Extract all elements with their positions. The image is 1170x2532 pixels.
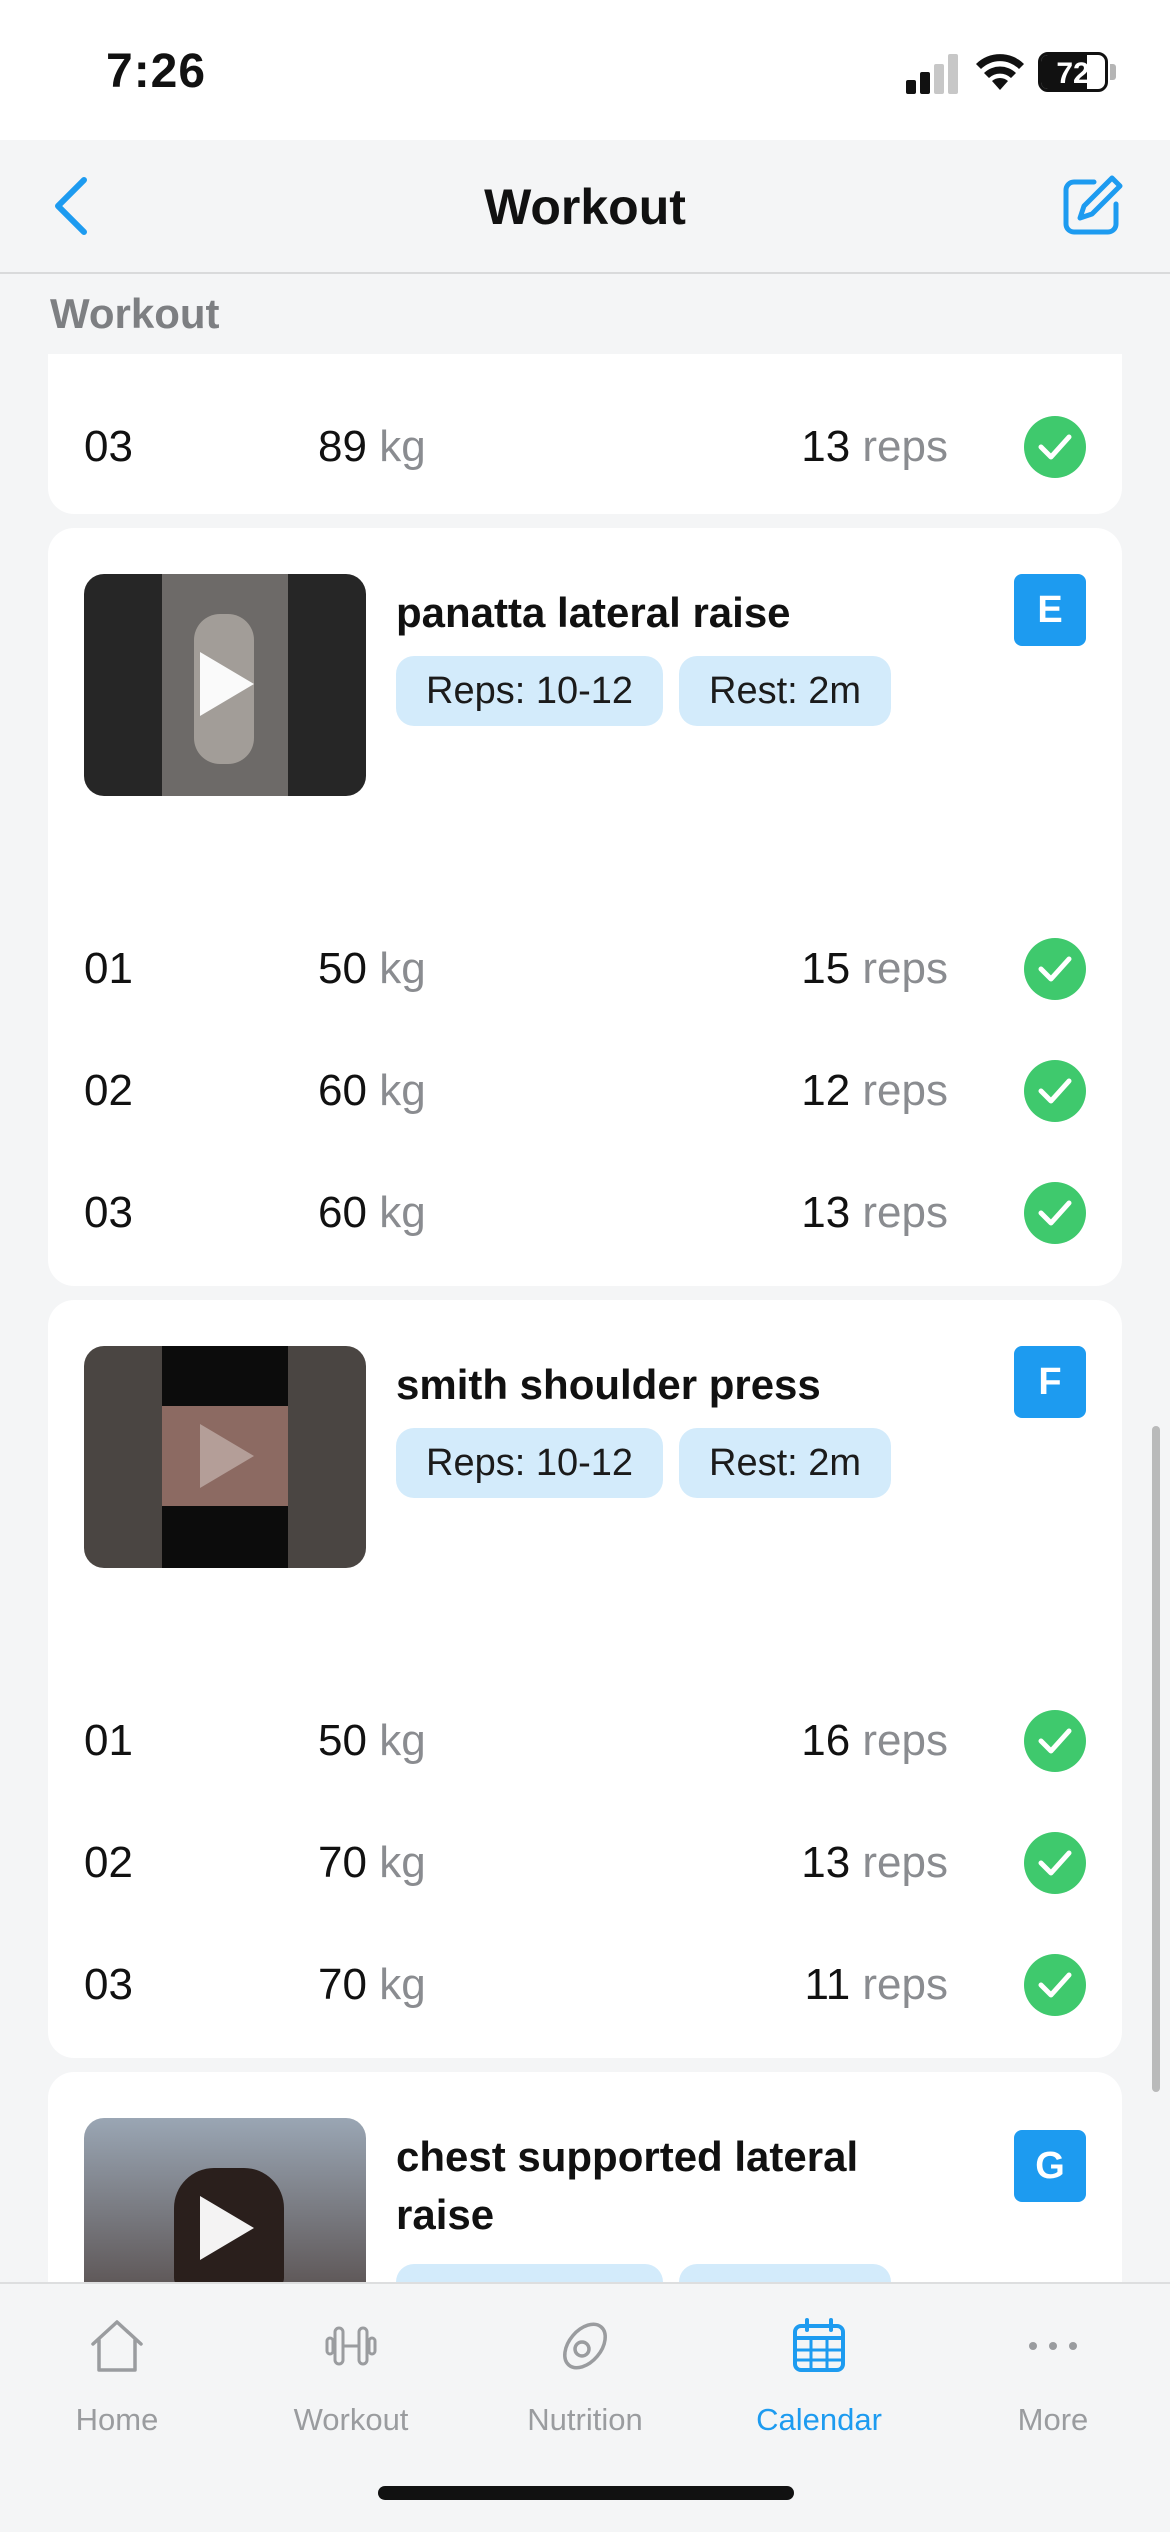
tab-label: Nutrition [527,2402,643,2437]
exercise-name: chest supported lateral raise [396,2133,859,2238]
set-number: 02 [84,1066,133,1115]
scrollbar[interactable] [1152,1426,1160,2092]
set-number: 03 [84,422,133,471]
tab-workout[interactable]: Workout [234,2308,468,2458]
wifi-icon [976,54,1024,90]
set-complete-check-icon[interactable] [1024,416,1086,478]
exercise-letter-badge: E [1014,574,1086,646]
exercise-pills: Reps: 10-12 Rest: 2m [396,656,892,726]
exercise-card: panatta lateral raise Reps: 10-12 Rest: … [48,528,1122,1286]
set-complete-check-icon[interactable] [1024,1182,1086,1244]
rest-pill: Rest: 2m [679,656,892,726]
set-row: 02 60 kg 12 reps [84,1052,1086,1132]
tab-label: Home [75,2402,159,2437]
set-row: 01 50 kg 15 reps [84,930,1086,1010]
set-weight: 50 kg [318,1716,426,1765]
reps-pill: Reps: 10-12 [396,1428,664,1498]
set-complete-check-icon[interactable] [1024,1710,1086,1772]
exercise-header: panatta lateral raise Reps: 10-12 Rest: … [84,574,1086,804]
exercise-name: panatta lateral raise [396,589,791,636]
status-bar: 7:26 72 [0,0,1170,140]
reps-pill: Reps: 10-12 [396,656,664,726]
set-row: 03 89 kg 13 reps [84,408,1086,488]
tab-home[interactable]: Home [0,2308,234,2458]
tab-more[interactable]: More [936,2308,1170,2458]
set-complete-check-icon[interactable] [1024,1832,1086,1894]
set-number: 02 [84,1838,133,1887]
exercise-pills: Reps: 10-12 Rest: 2m [396,1428,892,1498]
set-number: 01 [84,1716,133,1765]
set-row: 03 60 kg 13 reps [84,1174,1086,1254]
edit-button[interactable] [1056,170,1128,242]
dumbbell-icon [325,2326,377,2366]
set-number: 01 [84,944,133,993]
set-number: 03 [84,1960,133,2009]
play-icon [200,652,254,716]
exercise-video-thumbnail[interactable] [84,1346,366,1568]
exercise-letter-badge: F [1014,1346,1086,1418]
set-reps: 13 reps [801,422,948,471]
set-reps: 16 reps [801,1716,948,1765]
battery-tip [1110,64,1116,80]
set-number: 03 [84,1188,133,1237]
set-reps: 12 reps [801,1066,948,1115]
set-reps: 13 reps [801,1188,948,1237]
status-time: 7:26 [106,45,207,98]
exercise-header: chest supported lateral raise Reps: 10-1… [84,2118,1086,2282]
rest-pill: Rest: 2m [679,2264,892,2282]
calendar-icon [793,2318,845,2372]
set-weight: 60 kg [318,1066,426,1115]
set-weight: 89 kg [318,422,426,471]
play-icon [200,2196,254,2260]
play-icon [200,1424,254,1488]
tab-calendar[interactable]: Calendar [702,2308,936,2458]
set-reps: 13 reps [801,1838,948,1887]
set-complete-check-icon[interactable] [1024,1060,1086,1122]
set-reps: 15 reps [801,944,948,993]
home-indicator [378,2486,794,2500]
set-row: 02 70 kg 13 reps [84,1824,1086,1904]
exercise-card-partial: 03 89 kg 13 reps [48,354,1122,514]
nav-header: Workout [0,140,1170,274]
exercise-name: smith shoulder press [396,1361,821,1408]
set-row: 01 50 kg 16 reps [84,1702,1086,1782]
set-complete-check-icon[interactable] [1024,1954,1086,2016]
battery-percent: 72 [1056,57,1090,90]
signal-icon [906,54,960,94]
set-weight: 70 kg [318,1838,426,1887]
tab-label: More [1017,2402,1089,2437]
exercise-pills: Reps: 10-12 Rest: 2m [396,2264,892,2282]
set-weight: 70 kg [318,1960,426,2009]
set-complete-check-icon[interactable] [1024,938,1086,1000]
exercise-letter-badge: G [1014,2130,1086,2202]
reps-pill: Reps: 10-12 [396,2264,664,2282]
avocado-icon [563,2322,607,2370]
set-row: 03 70 kg 11 reps [84,1946,1086,2026]
set-reps: 11 reps [804,1960,948,2009]
home-icon [91,2320,143,2372]
tab-label: Calendar [756,2402,882,2437]
tab-nutrition[interactable]: Nutrition [468,2308,702,2458]
section-label: Workout [50,290,220,337]
page-title: Workout [484,179,686,235]
exercise-video-thumbnail[interactable] [84,2118,366,2282]
set-weight: 60 kg [318,1188,426,1237]
battery-icon: 72 [1038,52,1108,92]
tab-label: Workout [293,2402,409,2437]
exercise-card: smith shoulder press Reps: 10-12 Rest: 2… [48,1300,1122,2058]
more-icon [1029,2342,1077,2350]
rest-pill: Rest: 2m [679,1428,892,1498]
exercise-video-thumbnail[interactable] [84,574,366,796]
exercise-card: chest supported lateral raise Reps: 10-1… [48,2072,1122,2282]
set-weight: 50 kg [318,944,426,993]
exercise-header: smith shoulder press Reps: 10-12 Rest: 2… [84,1346,1086,1576]
